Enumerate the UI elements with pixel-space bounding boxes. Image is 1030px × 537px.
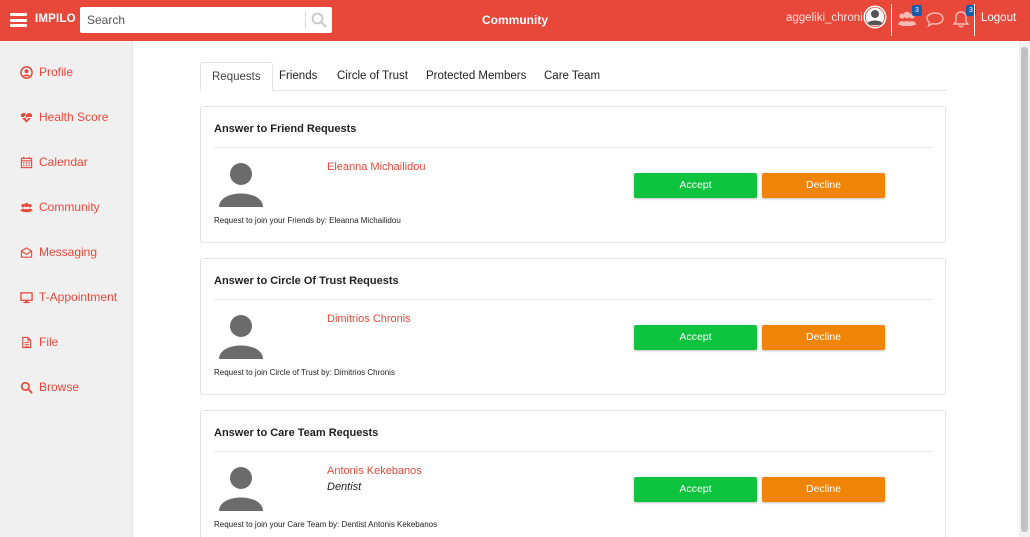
search-icon [20,381,33,394]
search-box [80,7,332,33]
tab-circle-of-trust[interactable]: Circle of Trust [326,62,419,91]
requester-name-link[interactable]: Eleanna Michailidou [327,161,425,173]
requester-role: Dentist [327,481,362,493]
card-title: Answer to Friend Requests [214,123,357,135]
calendar-icon [20,156,33,168]
sidebar-item-messaging[interactable]: Messaging [20,242,97,262]
sidebar-item-label: Community [39,200,100,214]
sidebar-item-file[interactable]: File [20,332,58,352]
accept-button[interactable]: Accept [634,477,757,502]
users-icon [20,202,33,212]
sidebar-item-label: T-Appointment [39,290,118,304]
monitor-icon [20,291,33,303]
tab-requests[interactable]: Requests [200,62,273,91]
requester-name-link[interactable]: Dimitrios Chronis [327,313,411,325]
user-avatar-icon[interactable] [863,5,887,29]
card-divider [214,147,932,148]
page-title: Community [482,13,548,27]
request-note: Request to join your Friends by: Eleanna… [214,216,401,225]
request-note: Request to join your Care Team by: Denti… [214,520,438,529]
user-placeholder-icon [219,315,263,359]
sidebar-item-profile[interactable]: Profile [20,62,73,82]
sidebar-item-t-appointment[interactable]: T-Appointment [20,287,117,307]
care-team-requests-card: Answer to Care Team Requests Antonis Kek… [200,410,946,537]
sidebar-item-health-score[interactable]: Health Score [20,107,108,127]
sidebar-item-label: Browse [39,380,80,394]
vertical-scrollbar[interactable] [1019,41,1030,537]
top-bar: IMPILO Community aggeliki_chroni 3 [0,0,1030,41]
logout-link[interactable]: Logout [981,12,1016,24]
tab-friends[interactable]: Friends [268,62,328,91]
sidebar-item-label: File [39,335,59,349]
user-circle-icon [20,65,33,79]
card-title: Answer to Care Team Requests [214,427,379,439]
sidebar-item-label: Messaging [39,245,98,259]
brand-logo[interactable]: IMPILO [35,13,76,25]
username-link[interactable]: aggeliki_chroni [786,12,863,24]
friend-requests-icon[interactable]: 3 [897,5,922,29]
decline-button[interactable]: Decline [762,477,885,502]
hamburger-menu-icon[interactable] [10,13,27,27]
header-separator [891,4,892,36]
search-input[interactable] [80,7,304,33]
heartbeat-icon [20,112,33,123]
search-icon[interactable] [311,12,327,28]
card-divider [214,451,932,452]
request-note: Request to join Circle of Trust by: Dimi… [214,368,395,377]
decline-button[interactable]: Decline [762,325,885,350]
user-placeholder-icon [219,467,263,511]
requester-name-link[interactable]: Antonis Kekebanos [327,465,422,477]
sidebar-item-label: Health Score [39,110,109,124]
friends-badge: 3 [912,5,922,16]
messages-icon[interactable] [925,9,945,29]
header-separator [974,4,975,36]
sidebar-item-community[interactable]: Community [20,197,100,217]
card-title: Answer to Circle Of Trust Requests [214,275,399,287]
circle-of-trust-requests-card: Answer to Circle Of Trust Requests Dimit… [200,258,946,395]
tab-protected-members[interactable]: Protected Members [415,62,537,91]
notifications-bell-icon[interactable]: 3 [951,5,976,29]
sidebar-item-browse[interactable]: Browse [20,377,79,397]
user-placeholder-icon [219,163,263,207]
accept-button[interactable]: Accept [634,325,757,350]
search-divider [305,11,306,29]
friend-requests-card: Answer to Friend Requests Eleanna Michai… [200,106,946,243]
scrollbar-thumb[interactable] [1021,47,1028,532]
file-icon [22,336,32,348]
sidebar-item-label: Calendar [39,155,88,169]
decline-button[interactable]: Decline [762,173,885,198]
sidebar-item-calendar[interactable]: Calendar [20,152,88,172]
sidebar: Profile Health Score Calendar Community [0,41,133,537]
sidebar-item-label: Profile [39,65,74,79]
community-tabs: Requests Friends Circle of Trust Protect… [200,62,946,91]
accept-button[interactable]: Accept [634,173,757,198]
envelope-icon [20,246,33,258]
card-divider [214,299,932,300]
tab-care-team[interactable]: Care Team [533,62,611,91]
